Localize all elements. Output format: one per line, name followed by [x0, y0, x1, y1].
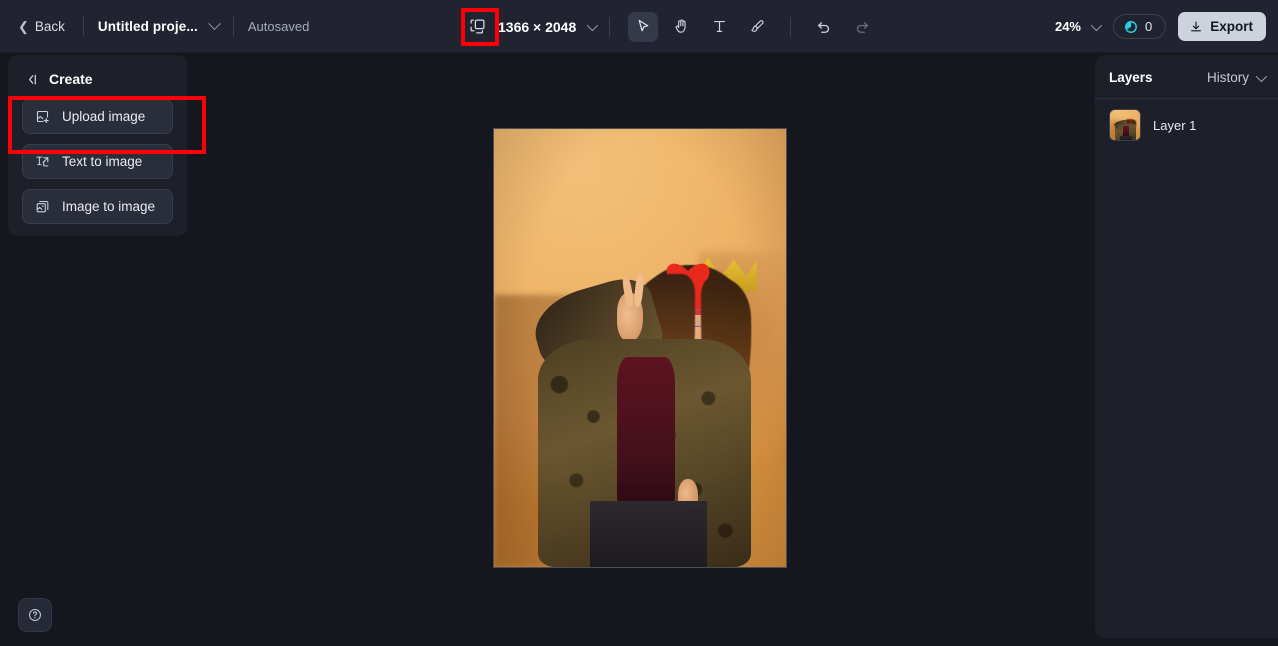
- hand-tool[interactable]: [666, 12, 696, 42]
- text-to-image-icon: [36, 156, 49, 167]
- undo-tool[interactable]: [809, 12, 839, 42]
- text-to-image-button[interactable]: Text to image: [22, 144, 173, 179]
- layer-name: Layer 1: [1153, 117, 1197, 133]
- project-name[interactable]: Untitled proje...: [98, 19, 198, 34]
- chevron-down-icon: [1255, 70, 1268, 82]
- toolbar-left-group: ❮ Back Untitled proje... Autosaved: [0, 15, 309, 38]
- hand-icon: [675, 19, 686, 33]
- credits-count: 0: [1145, 19, 1153, 34]
- help-button[interactable]: [18, 598, 52, 632]
- photo-vignette: [494, 129, 786, 567]
- credits-badge[interactable]: 0: [1113, 14, 1167, 39]
- cursor-arrow-icon: [638, 19, 649, 32]
- canvas-photo: [494, 129, 786, 567]
- create-panel-title: Create: [49, 71, 93, 87]
- text-icon: [713, 20, 725, 33]
- redo-icon: [857, 21, 869, 33]
- text-tool[interactable]: [704, 12, 734, 42]
- image-to-image-icon: [36, 200, 49, 213]
- download-icon: [1191, 20, 1202, 31]
- list-item[interactable]: Layer 1: [1095, 99, 1278, 151]
- history-label: History: [1206, 70, 1249, 85]
- artboard[interactable]: [493, 128, 787, 568]
- undo-icon: [818, 21, 830, 33]
- export-button[interactable]: Export: [1178, 12, 1266, 41]
- chevron-down-icon[interactable]: [208, 16, 221, 30]
- text-to-image-label: Text to image: [62, 153, 143, 169]
- create-options-list: Upload image Text to image Image to imag…: [8, 99, 187, 224]
- upload-image-label: Upload image: [62, 108, 146, 124]
- redo-tool[interactable]: [847, 12, 877, 42]
- create-panel-header: Create: [8, 55, 187, 99]
- chevron-down-icon[interactable]: [1090, 19, 1103, 31]
- divider: [82, 16, 84, 36]
- top-toolbar: ❮ Back Untitled proje... Autosaved 1366 …: [0, 0, 1278, 53]
- image-editor-app: ❮ Back Untitled proje... Autosaved 1366 …: [0, 0, 1278, 646]
- question-mark-circle-icon: [29, 609, 41, 621]
- collapse-panel-icon[interactable]: [24, 72, 39, 87]
- autosave-status: Autosaved: [247, 18, 310, 34]
- image-to-image-button[interactable]: Image to image: [22, 189, 173, 224]
- toolbar-right-group: 24% 0 Export: [1055, 0, 1266, 53]
- export-label: Export: [1210, 19, 1253, 34]
- create-panel: Create Upload image Text to image Image …: [8, 55, 187, 236]
- select-tool[interactable]: [628, 11, 659, 42]
- tab-history[interactable]: History: [1206, 70, 1268, 85]
- chevron-left-icon: ❮: [18, 18, 29, 34]
- canvas-resize-icon: [469, 19, 485, 34]
- layers-panel: Layers History Layer 1: [1095, 55, 1278, 638]
- toolbar-center-group: 1366 × 2048: [462, 0, 881, 53]
- layers-panel-header: Layers History: [1095, 55, 1278, 99]
- upload-image-button[interactable]: Upload image: [22, 99, 173, 134]
- image-to-image-label: Image to image: [62, 198, 156, 214]
- layer-thumbnail: [1109, 109, 1141, 141]
- canvas-dimensions[interactable]: 1366 × 2048: [498, 19, 576, 35]
- tab-layers[interactable]: Layers: [1109, 70, 1153, 85]
- zoom-level[interactable]: 24%: [1055, 19, 1081, 34]
- canvas-area[interactable]: [188, 53, 1095, 646]
- brush-tool[interactable]: [742, 12, 772, 42]
- credit-coin-icon: [1125, 20, 1137, 33]
- divider: [609, 16, 611, 37]
- chevron-down-icon[interactable]: [587, 19, 599, 31]
- image-plus-icon: [36, 110, 49, 124]
- back-button[interactable]: ❮ Back: [14, 15, 69, 38]
- layer-thumbnail-photo: [1110, 110, 1140, 140]
- divider: [232, 16, 234, 36]
- canvas-size-button[interactable]: [462, 12, 492, 42]
- back-label: Back: [34, 18, 65, 34]
- divider: [790, 16, 792, 37]
- paintbrush-icon: [751, 20, 764, 32]
